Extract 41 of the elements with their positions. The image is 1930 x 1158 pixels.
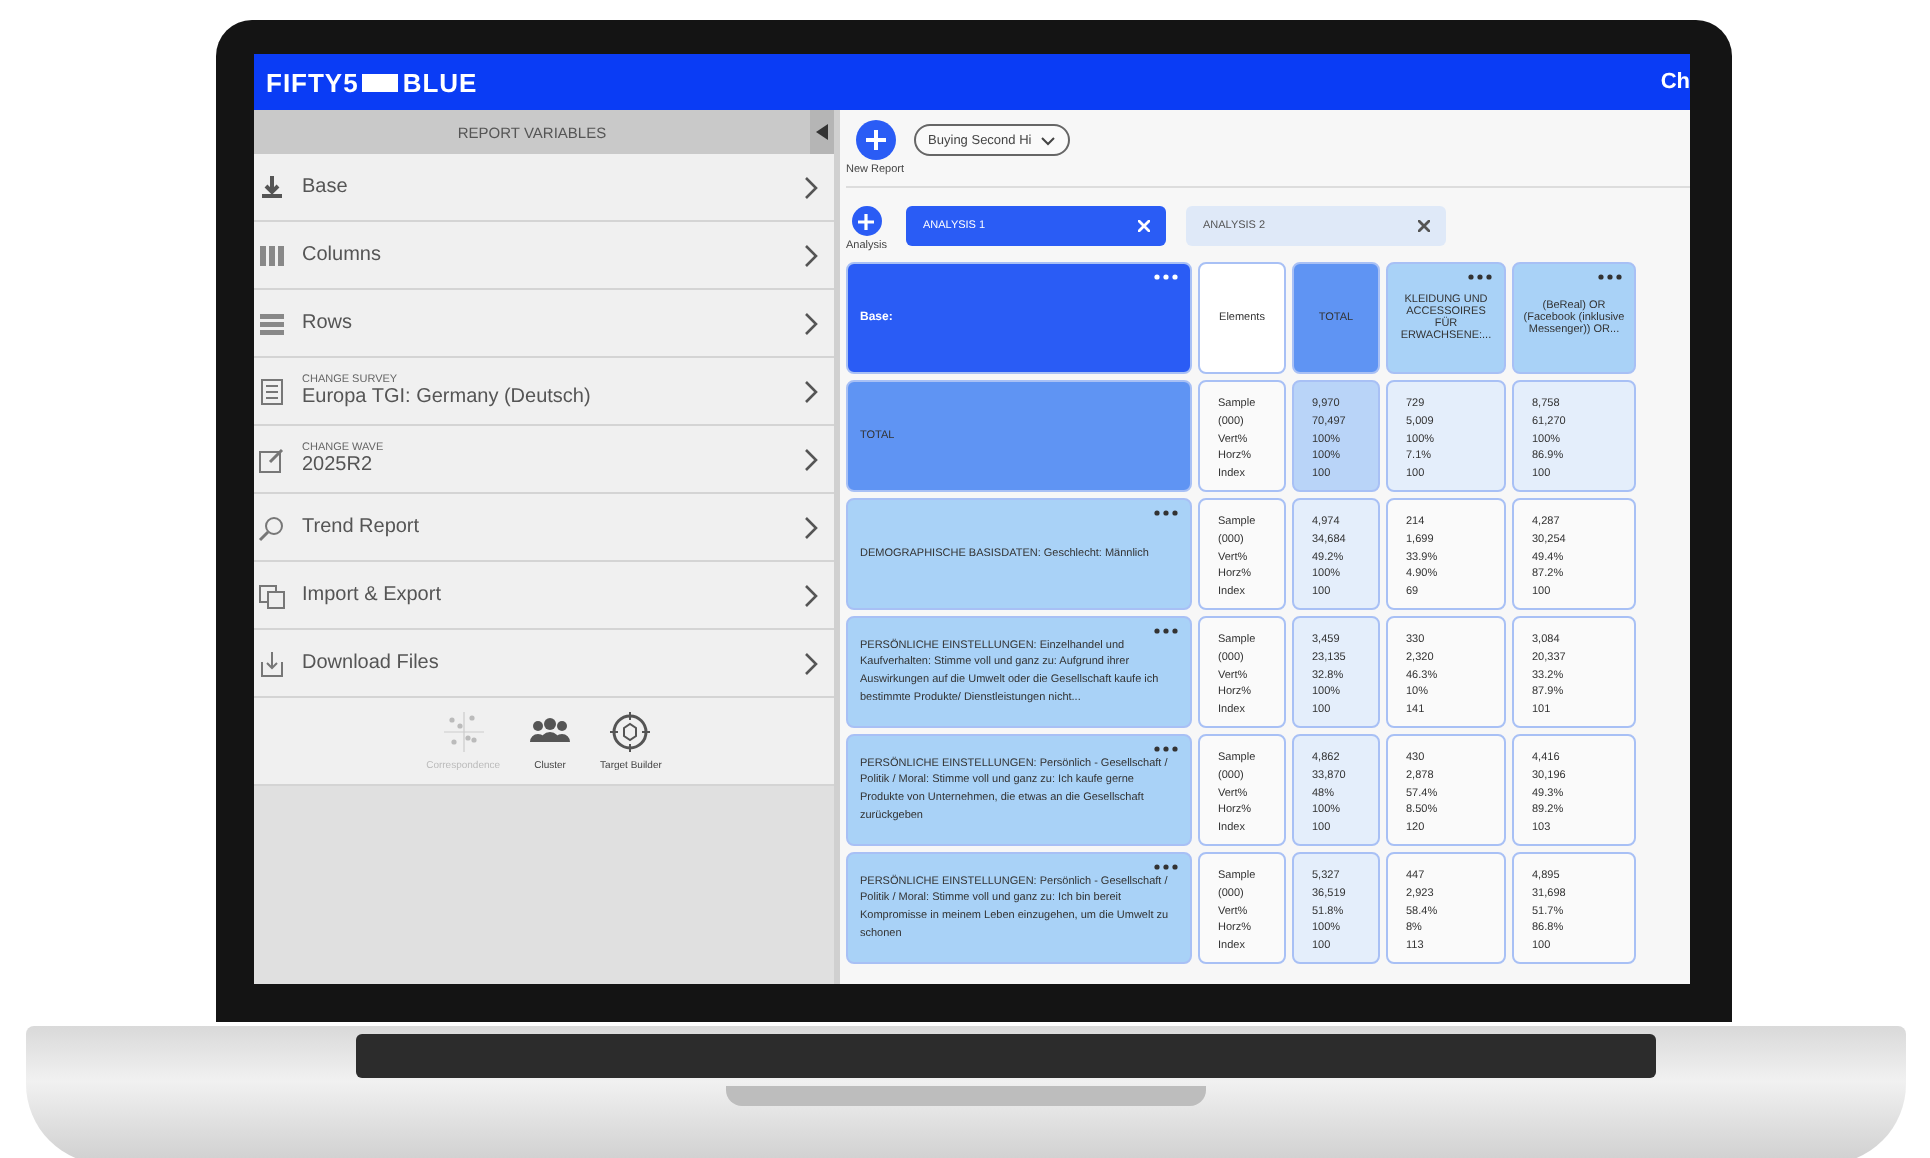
more-icon[interactable] xyxy=(1154,510,1178,516)
chevron-right-icon xyxy=(804,175,818,199)
sidebar-item[interactable]: Import & Export xyxy=(254,562,834,630)
collapse-button[interactable] xyxy=(810,110,834,154)
chevron-down-icon xyxy=(1039,135,1056,145)
download-icon xyxy=(258,173,286,201)
chevron-right-icon xyxy=(804,311,818,335)
chevron-right-icon xyxy=(804,243,818,267)
search-icon xyxy=(258,513,286,541)
sidebar-item[interactable]: Base xyxy=(254,154,834,222)
more-icon[interactable] xyxy=(1154,274,1178,280)
document-icon xyxy=(258,377,286,405)
chevron-right-icon xyxy=(804,651,818,675)
chevron-right-icon xyxy=(804,447,818,471)
columns-icon xyxy=(258,241,286,269)
add-analysis-button[interactable] xyxy=(851,206,882,236)
sidebar-item[interactable]: Trend Report xyxy=(254,494,834,562)
plus-icon xyxy=(865,130,886,150)
chevron-right-icon xyxy=(804,379,818,403)
folders-icon xyxy=(258,581,286,609)
caret-icon xyxy=(816,124,828,140)
plus-icon xyxy=(858,213,875,229)
more-icon[interactable] xyxy=(1154,864,1178,870)
sidebar-item[interactable]: Columns xyxy=(254,222,834,290)
more-icon[interactable] xyxy=(1598,274,1622,280)
target-icon xyxy=(608,710,653,754)
chevron-right-icon xyxy=(804,583,818,607)
chevron-right-icon xyxy=(804,515,818,539)
logo: FIFTY5 BLUE xyxy=(266,67,478,97)
close-icon[interactable] xyxy=(1418,220,1431,232)
dot-grid-icon xyxy=(441,710,486,754)
header-text: Ch xyxy=(1660,70,1690,94)
more-icon[interactable] xyxy=(1468,274,1492,280)
more-icon[interactable] xyxy=(1154,628,1178,634)
edit-icon xyxy=(258,445,286,473)
sidebar-item[interactable]: Download Files xyxy=(254,630,834,698)
new-report-button[interactable] xyxy=(855,120,896,160)
more-icon[interactable] xyxy=(1154,746,1178,752)
sidebar-item[interactable]: Rows xyxy=(254,290,834,358)
download-icon xyxy=(258,649,286,677)
rows-icon xyxy=(258,309,286,337)
